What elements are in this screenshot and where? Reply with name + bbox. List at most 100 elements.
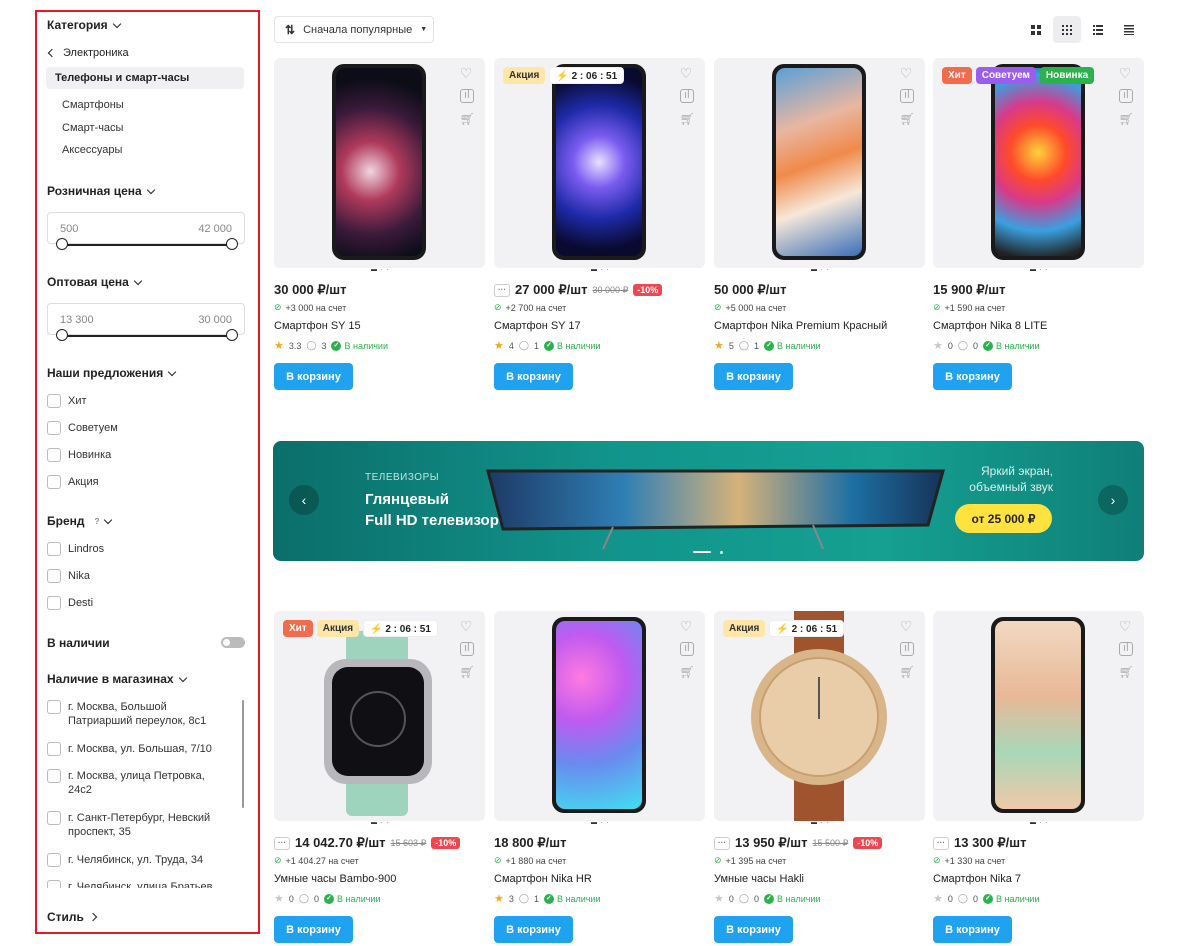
store-filter[interactable]: г. Челябинск, ул. Труда, 34 xyxy=(47,853,212,867)
checkbox[interactable] xyxy=(47,542,61,556)
banner-next-button[interactable]: › xyxy=(1098,485,1128,515)
add-to-cart-button[interactable]: В корзину xyxy=(714,363,793,390)
heart-icon[interactable]: ♡ xyxy=(460,66,475,80)
image-pager[interactable]: ▬ · · xyxy=(1030,820,1050,826)
product-card[interactable]: ♡ ıl 🛒︎ ▬ · · 18 800 ₽/шт ⊘ +1 880 на сче… xyxy=(494,611,705,946)
heart-icon[interactable]: ♡ xyxy=(1119,619,1134,633)
banner-cta-button[interactable]: от 25 000 ₽ xyxy=(955,504,1052,533)
product-image[interactable]: Акция ⚡ 2 : 06 : 51 ♡ ıl 🛒︎ xyxy=(494,58,705,268)
add-to-cart-button[interactable]: В корзину xyxy=(494,363,573,390)
add-to-cart-button[interactable]: В корзину xyxy=(714,916,793,943)
checkbox[interactable] xyxy=(47,853,61,867)
compare-icon[interactable]: ıl xyxy=(899,89,914,103)
brand-filter-nika[interactable]: Nika xyxy=(47,569,90,583)
checkbox[interactable] xyxy=(47,880,61,888)
cart-icon[interactable]: 🛒︎ xyxy=(1119,665,1134,679)
add-to-cart-button[interactable]: В корзину xyxy=(933,916,1012,943)
offer-filter-recommend[interactable]: Советуем xyxy=(47,421,118,435)
subcategory-smartwatches[interactable]: Смарт-часы xyxy=(62,122,123,134)
more-prices-button[interactable]: ··· xyxy=(274,836,290,850)
store-filter[interactable]: г. Москва, Большой Патриарший переулок, … xyxy=(47,700,212,728)
category-back-link[interactable]: Электроника xyxy=(47,47,129,59)
wholesale-price-toggle[interactable]: Оптовая цена xyxy=(47,275,143,289)
view-large-grid-button[interactable] xyxy=(1022,16,1050,43)
product-image[interactable]: Хит Советуем Новинка ♡ ıl 🛒︎ xyxy=(933,58,1144,268)
stores-scrollbar[interactable] xyxy=(242,700,244,808)
retail-max-value[interactable]: 42 000 xyxy=(198,223,232,235)
offer-filter-hit[interactable]: Хит xyxy=(47,394,87,408)
in-stock-toggle[interactable] xyxy=(221,637,245,648)
brand-toggle[interactable]: Бренд? xyxy=(47,514,113,528)
banner-dot-active[interactable] xyxy=(693,551,711,553)
compare-icon[interactable]: ıl xyxy=(679,89,694,103)
product-card[interactable]: Хит Советуем Новинка ♡ ıl 🛒︎ ▬ · · 15 900 … xyxy=(933,58,1144,393)
more-prices-button[interactable]: ··· xyxy=(933,836,949,850)
heart-icon[interactable]: ♡ xyxy=(900,66,915,80)
promo-banner[interactable]: ТЕЛЕВИЗОРЫ Глянцевый Full HD телевизор Я… xyxy=(273,441,1144,561)
view-compact-button[interactable] xyxy=(1115,16,1143,43)
category-toggle[interactable]: Категория xyxy=(47,18,121,32)
product-image[interactable]: ♡ ıl 🛒︎ xyxy=(714,58,925,268)
retail-min-handle[interactable] xyxy=(56,238,68,250)
product-card[interactable]: Хит Акция ⚡ 2 : 06 : 51 ♡ ıl 🛒︎ ▬ · · ··· … xyxy=(274,611,485,946)
product-card[interactable]: Акция ⚡ 2 : 06 : 51 ♡ ıl 🛒︎ ▬ · · ··· 13 … xyxy=(714,611,925,946)
checkbox[interactable] xyxy=(47,569,61,583)
image-pager[interactable]: ▬ · · xyxy=(811,267,831,273)
wholesale-min-handle[interactable] xyxy=(56,329,68,341)
store-filter[interactable]: г. Челябинск, улица Братьев xyxy=(47,880,222,888)
compare-icon[interactable]: ıl xyxy=(1118,89,1133,103)
cart-icon[interactable]: 🛒︎ xyxy=(460,665,475,679)
cart-icon[interactable]: 🛒︎ xyxy=(680,665,695,679)
subcategory-accessories[interactable]: Аксессуары xyxy=(62,144,122,156)
store-filter[interactable]: г. Москва, ул. Большая, 7/10 xyxy=(47,742,212,756)
stores-toggle[interactable]: Наличие в магазинах xyxy=(47,672,187,686)
checkbox[interactable] xyxy=(47,448,61,462)
add-to-cart-button[interactable]: В корзину xyxy=(274,363,353,390)
banner-dot[interactable] xyxy=(720,551,723,554)
compare-icon[interactable]: ıl xyxy=(679,642,694,656)
product-card[interactable]: ♡ ıl 🛒︎ ▬ · · 30 000 ₽/шт ⊘ +3 000 на сче… xyxy=(274,58,485,393)
product-name[interactable]: Умные часы Bambo-900 xyxy=(274,873,396,885)
product-image[interactable]: Акция ⚡ 2 : 06 : 51 ♡ ıl 🛒︎ xyxy=(714,611,925,821)
retail-price-toggle[interactable]: Розничная цена xyxy=(47,184,155,198)
product-image[interactable]: ♡ ıl 🛒︎ xyxy=(494,611,705,821)
checkbox[interactable] xyxy=(47,475,61,489)
view-list-button[interactable] xyxy=(1084,16,1112,43)
checkbox[interactable] xyxy=(47,596,61,610)
heart-icon[interactable]: ♡ xyxy=(680,66,695,80)
brand-filter-desti[interactable]: Desti xyxy=(47,596,93,610)
add-to-cart-button[interactable]: В корзину xyxy=(933,363,1012,390)
wholesale-price-range[interactable]: 13 300 30 000 xyxy=(47,303,245,341)
product-image[interactable]: Хит Акция ⚡ 2 : 06 : 51 ♡ ıl 🛒︎ xyxy=(274,611,485,821)
checkbox[interactable] xyxy=(47,742,61,756)
style-toggle[interactable]: Стиль xyxy=(47,910,98,924)
product-name[interactable]: Смартфон Nika Premium Красный xyxy=(714,320,887,332)
heart-icon[interactable]: ♡ xyxy=(1119,66,1134,80)
checkbox[interactable] xyxy=(47,811,61,825)
compare-icon[interactable]: ıl xyxy=(1118,642,1133,656)
more-prices-button[interactable]: ··· xyxy=(494,283,510,297)
heart-icon[interactable]: ♡ xyxy=(460,619,475,633)
checkbox[interactable] xyxy=(47,394,61,408)
product-card[interactable]: ♡ ıl 🛒︎ ▬ · · 50 000 ₽/шт ⊘ +5 000 на сче… xyxy=(714,58,925,393)
product-name[interactable]: Смартфон Nika 8 LITE xyxy=(933,320,1047,332)
checkbox[interactable] xyxy=(47,421,61,435)
cart-icon[interactable]: 🛒︎ xyxy=(1119,112,1134,126)
add-to-cart-button[interactable]: В корзину xyxy=(494,916,573,943)
offer-filter-new[interactable]: Новинка xyxy=(47,448,111,462)
store-filter[interactable]: г. Санкт-Петербург, Невский проспект, 35 xyxy=(47,811,212,839)
product-card[interactable]: Акция ⚡ 2 : 06 : 51 ♡ ıl 🛒︎ ▬ · · ··· 27 … xyxy=(494,58,705,393)
wholesale-max-handle[interactable] xyxy=(226,329,238,341)
compare-icon[interactable]: ıl xyxy=(899,642,914,656)
view-small-grid-button[interactable] xyxy=(1053,16,1081,43)
offers-toggle[interactable]: Наши предложения xyxy=(47,366,177,380)
cart-icon[interactable]: 🛒︎ xyxy=(900,665,915,679)
cart-icon[interactable]: 🛒︎ xyxy=(900,112,915,126)
retail-min-value[interactable]: 500 xyxy=(60,223,78,235)
product-name[interactable]: Смартфон SY 17 xyxy=(494,320,581,332)
product-card[interactable]: ♡ ıl 🛒︎ ▬ · · ··· 13 300 ₽/шт ⊘ +1 330 на… xyxy=(933,611,1144,946)
wholesale-max-value[interactable]: 30 000 xyxy=(198,314,232,326)
product-image[interactable]: ♡ ıl 🛒︎ xyxy=(933,611,1144,821)
banner-prev-button[interactable]: ‹ xyxy=(289,485,319,515)
wholesale-min-value[interactable]: 13 300 xyxy=(60,314,94,326)
